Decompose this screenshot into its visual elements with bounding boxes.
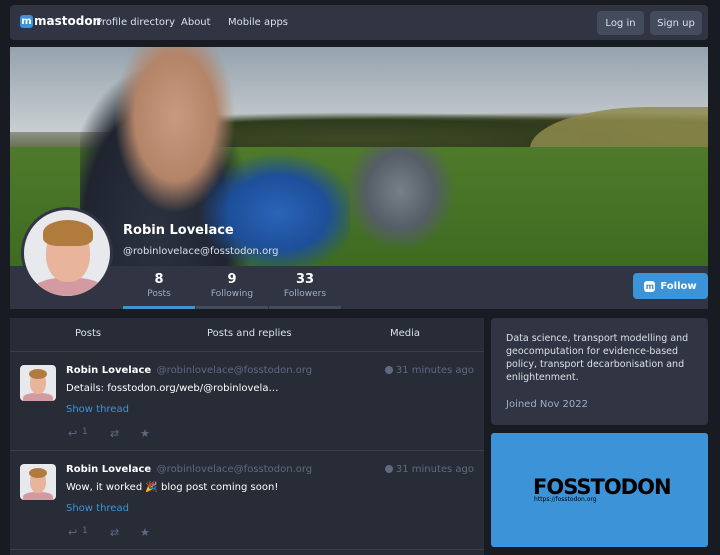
favourite-icon[interactable]: ★ bbox=[140, 526, 150, 539]
stat-posts-label: Posts bbox=[147, 289, 171, 299]
timeline-tabs: Posts Posts and replies Media bbox=[10, 318, 484, 352]
boost-icon[interactable]: ⇄ bbox=[110, 526, 119, 539]
server-banner[interactable]: FOSSTODON https://fosstodon.org bbox=[491, 433, 708, 547]
profile-timeline: Posts Posts and replies Media Robin Love… bbox=[10, 318, 484, 555]
mastodon-icon: m bbox=[20, 14, 33, 28]
status-content: Wow, it worked 🎉 blog post coming soon! bbox=[66, 482, 279, 493]
stat-posts[interactable]: 8 Posts bbox=[123, 272, 195, 309]
tab-posts[interactable]: Posts bbox=[75, 328, 101, 339]
stat-followers[interactable]: 33 Followers bbox=[269, 272, 341, 309]
stat-following-label: Following bbox=[210, 289, 254, 299]
globe-icon bbox=[384, 465, 393, 473]
status-author[interactable]: Robin Lovelace @robinlovelace@fosstodon.… bbox=[66, 365, 312, 376]
tab-media[interactable]: Media bbox=[390, 328, 420, 339]
profile-bio: Data science, transport modelling and ge… bbox=[506, 333, 689, 383]
globe-icon bbox=[384, 366, 393, 374]
show-thread-link[interactable]: Show thread bbox=[66, 503, 129, 514]
follow-button[interactable]: m Follow bbox=[633, 273, 708, 299]
signup-button[interactable]: Sign up bbox=[650, 11, 702, 35]
status-time-text: 31 minutes ago bbox=[395, 464, 474, 475]
reply-count: 1 bbox=[82, 427, 88, 437]
status-timestamp[interactable]: 31 minutes ago bbox=[384, 365, 474, 376]
reply-icon[interactable]: ↩ bbox=[68, 526, 77, 539]
fosstodon-url: https://fosstodon.org bbox=[534, 496, 597, 503]
stat-following-value: 9 bbox=[227, 272, 237, 287]
status-author-name: Robin Lovelace bbox=[66, 464, 152, 475]
reply-icon[interactable]: ↩ bbox=[68, 427, 77, 440]
status-author-name: Robin Lovelace bbox=[66, 365, 152, 376]
favourite-icon[interactable]: ★ bbox=[140, 427, 150, 440]
nav-about[interactable]: About bbox=[181, 17, 211, 28]
mastodon-icon: m bbox=[644, 280, 656, 292]
stat-posts-value: 8 bbox=[154, 272, 164, 287]
profile-display-name: Robin Lovelace bbox=[123, 223, 234, 238]
profile-avatar bbox=[21, 207, 113, 299]
login-button[interactable]: Log in bbox=[597, 11, 644, 35]
top-navbar: m mastodon Profile directory About Mobil… bbox=[10, 5, 708, 40]
stat-followers-label: Followers bbox=[283, 289, 327, 299]
status-card[interactable]: Robin Lovelace @robinlovelace@fosstodon.… bbox=[10, 452, 484, 550]
status-timestamp[interactable]: 31 minutes ago bbox=[384, 464, 474, 475]
tab-posts-and-replies[interactable]: Posts and replies bbox=[207, 328, 292, 339]
joined-date: Joined Nov 2022 bbox=[506, 399, 589, 410]
profile-bio-card: Data science, transport modelling and ge… bbox=[491, 318, 708, 425]
follow-label: Follow bbox=[660, 280, 697, 292]
status-avatar[interactable] bbox=[20, 365, 56, 401]
profile-header: Robin Lovelace @robinlovelace@fosstodon.… bbox=[10, 47, 708, 309]
stat-following[interactable]: 9 Following bbox=[196, 272, 268, 309]
reply-count: 1 bbox=[82, 526, 88, 536]
status-author-handle: @robinlovelace@fosstodon.org bbox=[156, 464, 313, 475]
nav-profile-directory[interactable]: Profile directory bbox=[96, 17, 175, 28]
nav-mobile-apps[interactable]: Mobile apps bbox=[228, 17, 288, 28]
boost-icon[interactable]: ⇄ bbox=[110, 427, 119, 440]
logo-text: mastodon bbox=[34, 14, 102, 28]
profile-banner-image bbox=[10, 47, 708, 266]
status-card[interactable]: Robin Lovelace @robinlovelace@fosstodon.… bbox=[10, 353, 484, 451]
status-avatar[interactable] bbox=[20, 464, 56, 500]
status-content: Details: fosstodon.org/web/@robinlovela… bbox=[66, 383, 279, 394]
stat-followers-value: 33 bbox=[295, 272, 315, 287]
profile-handle: @robinlovelace@fosstodon.org bbox=[123, 246, 279, 257]
status-author-handle: @robinlovelace@fosstodon.org bbox=[156, 365, 313, 376]
show-thread-link[interactable]: Show thread bbox=[66, 404, 129, 415]
status-author[interactable]: Robin Lovelace @robinlovelace@fosstodon.… bbox=[66, 464, 312, 475]
status-time-text: 31 minutes ago bbox=[395, 365, 474, 376]
mastodon-logo[interactable]: m mastodon bbox=[20, 14, 101, 28]
